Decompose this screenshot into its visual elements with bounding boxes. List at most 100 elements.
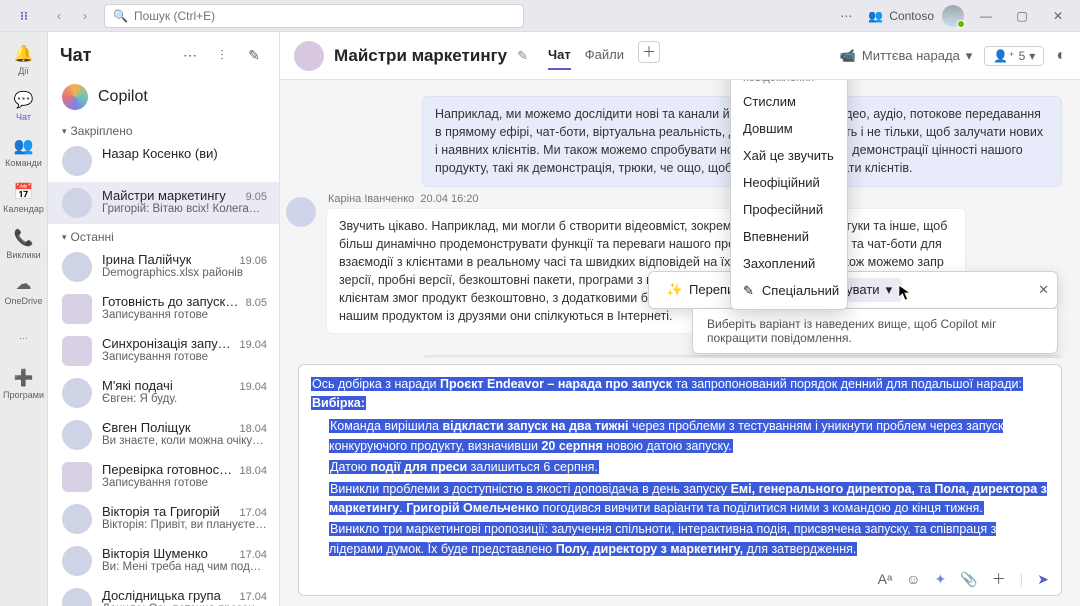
chat-list-item[interactable]: Євген Поліщук18.04 Ви знаєте, коли можна…: [48, 414, 279, 456]
chat-panel: Майстри маркетингу ✎ Чат Файли ＋ 📹 Миттє…: [280, 32, 1080, 606]
meet-now-button[interactable]: 📹 Миттєва нарада ▾: [840, 48, 973, 64]
chat-list-item[interactable]: Вікторія Шуменко17.04 Ви: Мені треба над…: [48, 540, 279, 582]
add-tab-button[interactable]: ＋: [638, 41, 660, 63]
chat-list-item[interactable]: Майстри маркетингу9.05 Григорій: Вітаю в…: [48, 182, 279, 224]
wand-icon: ✨: [667, 282, 683, 298]
menu-item[interactable]: Захоплений: [731, 250, 847, 277]
avatar: [62, 378, 92, 408]
chat-list-item[interactable]: Дослідницька група17.04 Данило: Ось пото…: [48, 582, 279, 606]
rail-icon: 👥: [14, 136, 34, 156]
search-icon: 🔍: [113, 9, 128, 23]
chat-filter-icon[interactable]: ⫶: [209, 42, 235, 68]
chat-list-item[interactable]: Ірина Палійчук19.06 Demographics.xlsx ра…: [48, 246, 279, 288]
copilot-compose-icon[interactable]: ✦: [934, 571, 946, 588]
message-own: Наприклад, ми можемо дослідити нові та к…: [286, 96, 1062, 187]
avatar: [62, 294, 92, 324]
chevron-down-icon: ▾: [62, 232, 67, 243]
app-rail: 🔔Дії💬Чат👥Команди📅Календар📞Виклики☁OneDri…: [0, 32, 48, 606]
copilot-header-icon[interactable]: ◐: [1056, 47, 1066, 65]
camera-icon: 📹: [840, 48, 856, 64]
attach-icon[interactable]: 📎: [960, 571, 977, 588]
chat-header: Майстри маркетингу ✎ Чат Файли ＋ 📹 Миттє…: [280, 32, 1080, 80]
mouse-cursor-icon: [898, 284, 912, 302]
chevron-down-icon: ▾: [1029, 49, 1035, 63]
org-switcher[interactable]: 👥 Contoso: [868, 9, 934, 23]
teams-logo-icon: ⁝⁝: [8, 9, 40, 23]
window-minimize-button[interactable]: ―: [972, 2, 1000, 30]
chat-list-item[interactable]: Вікторія та Григорій17.04 Вікторія: Прив…: [48, 498, 279, 540]
chat-list-item[interactable]: Готовність до запуску проекту Авалон8.05…: [48, 288, 279, 330]
more-compose-icon[interactable]: ＋: [992, 569, 1006, 589]
menu-item[interactable]: Неофіційний: [731, 169, 847, 196]
rail-item-OneDrive[interactable]: ☁OneDrive: [2, 268, 46, 312]
avatar: [62, 462, 92, 492]
rail-item-Програми[interactable]: ➕Програми: [2, 362, 46, 406]
window-maximize-button[interactable]: ▢: [1008, 2, 1036, 30]
copilot-entry[interactable]: Copilot: [48, 76, 279, 118]
rail-item-Календар[interactable]: 📅Календар: [2, 176, 46, 220]
title-bar: ⁝⁝ ‹ › 🔍 ⋯ 👥 Contoso ― ▢ ✕: [0, 0, 1080, 32]
emoji-icon[interactable]: ☺: [906, 571, 920, 587]
avatar: [62, 336, 92, 366]
chat-list-item[interactable]: Синхронізація запуску Mark 819.04 Запису…: [48, 330, 279, 372]
compose-toolbar: Aᵃ ☺ ✦ 📎 ＋ | ➤: [311, 561, 1049, 589]
rail-icon: 📞: [14, 228, 34, 248]
chat-list-item[interactable]: Перевірка готовності до запуску п…18.04 …: [48, 456, 279, 498]
format-icon[interactable]: Aᵃ: [878, 571, 893, 587]
menu-item[interactable]: Впевнений: [731, 223, 847, 250]
edit-icon: ✎: [743, 283, 754, 299]
compose-content[interactable]: Ось добірка з наради Проєкт Endeavor – н…: [311, 375, 1049, 559]
chat-list-panel: Чат ⋯ ⫶ ✎ Copilot ▾Закріплено Назар Косе…: [48, 32, 280, 606]
rail-icon: 💬: [14, 90, 34, 110]
compose-box[interactable]: Ось добірка з наради Проєкт Endeavor – н…: [298, 364, 1062, 596]
chevron-down-icon: ▾: [62, 126, 67, 137]
menu-item[interactable]: Хай це звучить: [731, 142, 847, 169]
tab-files[interactable]: Файли: [585, 41, 624, 70]
rail-icon: 📅: [14, 182, 34, 202]
menu-header: Зроби повідомлення: [731, 80, 847, 88]
chat-list-item[interactable]: М'які подачі19.04 Євген: Я буду.: [48, 372, 279, 414]
user-avatar[interactable]: [942, 5, 964, 27]
close-icon[interactable]: ✕: [1038, 282, 1049, 298]
rail-icon: ☁: [16, 274, 32, 294]
copilot-icon: [62, 84, 88, 110]
edit-title-icon[interactable]: ✎: [517, 48, 528, 64]
search-input[interactable]: [134, 9, 515, 23]
avatar: [62, 252, 92, 282]
section-pinned[interactable]: ▾Закріплено: [48, 118, 279, 140]
rail-item-Виклики[interactable]: 📞Виклики: [2, 222, 46, 266]
chat-title: Майстри маркетингу: [334, 46, 507, 66]
chat-avatar: [294, 41, 324, 71]
avatar[interactable]: [286, 197, 316, 227]
message-bubble[interactable]: Саме так. Таким чином, ми зможемо показа…: [422, 355, 1062, 357]
chat-list-item[interactable]: Назар Косенко (ви): [48, 140, 279, 182]
message-list[interactable]: Наприклад, ми можемо дослідити нові та к…: [280, 80, 1080, 358]
avatar: [62, 146, 92, 176]
avatar: [62, 420, 92, 450]
tab-chat[interactable]: Чат: [548, 41, 571, 70]
copilot-popup: Зроби повідомлення СтислимДовшимХай це з…: [648, 271, 1058, 354]
menu-item[interactable]: Довшим: [731, 115, 847, 142]
menu-item-custom[interactable]: ✎ Спеціальний: [731, 277, 847, 305]
rail-more-icon[interactable]: ⋯: [2, 316, 46, 360]
nav-forward-button[interactable]: ›: [74, 5, 96, 27]
rail-item-Чат[interactable]: 💬Чат: [2, 84, 46, 128]
send-button[interactable]: ➤: [1037, 571, 1049, 588]
avatar: [62, 588, 92, 606]
new-chat-icon[interactable]: ✎: [241, 42, 267, 68]
section-recent[interactable]: ▾Останні: [48, 224, 279, 246]
chat-list-title: Чат: [60, 45, 171, 66]
people-icon: 👥: [868, 9, 883, 23]
participants-button[interactable]: 👤⁺ 5 ▾: [984, 46, 1044, 66]
menu-item[interactable]: Професійний: [731, 196, 847, 223]
search-box[interactable]: 🔍: [104, 4, 524, 28]
rail-item-Команди[interactable]: 👥Команди: [2, 130, 46, 174]
window-close-button[interactable]: ✕: [1044, 2, 1072, 30]
menu-item[interactable]: Стислим: [731, 88, 847, 115]
more-icon[interactable]: ⋯: [832, 2, 860, 30]
rail-icon: ➕: [14, 368, 34, 388]
rail-item-Дії[interactable]: 🔔Дії: [2, 38, 46, 82]
nav-back-button[interactable]: ‹: [48, 5, 70, 27]
chat-list-more-icon[interactable]: ⋯: [177, 42, 203, 68]
chevron-down-icon: ▾: [966, 48, 973, 64]
